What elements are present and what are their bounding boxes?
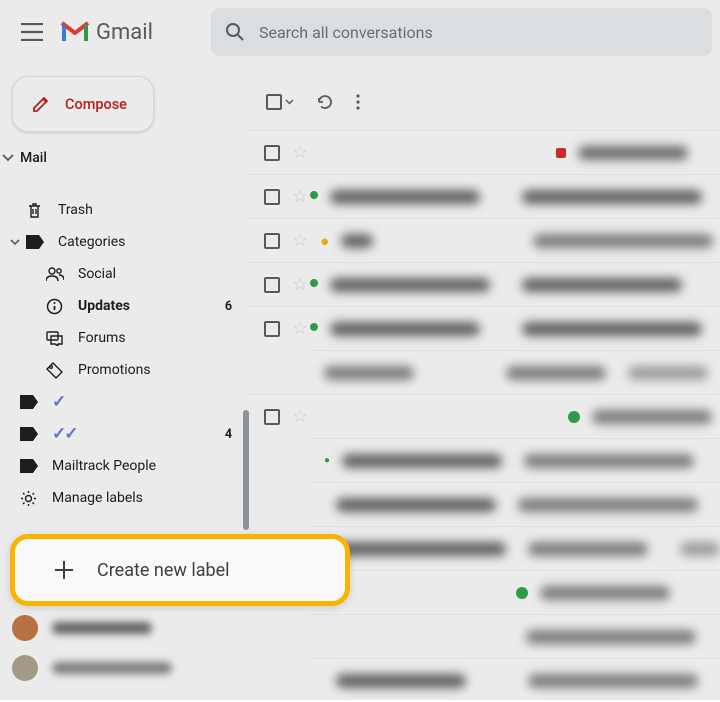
info-icon [46, 298, 63, 315]
sidebar-item-label-doublecheck[interactable]: ✓✓ 4 [0, 418, 248, 450]
mail-row[interactable] [308, 350, 720, 394]
sidebar-item-updates[interactable]: Updates 6 [0, 290, 248, 322]
gmail-logo[interactable]: Gmail [60, 20, 153, 45]
app-name: Gmail [96, 20, 153, 45]
sidebar-item-trash[interactable]: Trash [0, 194, 248, 226]
sidebar-item-mailtrack[interactable]: Mailtrack People [0, 450, 248, 482]
create-label-highlight: Create new label [10, 534, 350, 606]
chat-contacts [12, 615, 172, 681]
sidebar-item-social[interactable]: Social [0, 258, 248, 290]
trash-icon [26, 202, 43, 219]
mail-section-label: Mail [20, 150, 47, 166]
app-header: Gmail [0, 0, 720, 64]
forums-icon [46, 331, 63, 346]
create-new-label-button[interactable]: Create new label [15, 559, 230, 581]
mail-row[interactable] [308, 482, 720, 526]
contact-row[interactable] [12, 615, 172, 641]
mail-row[interactable]: ☆● [248, 218, 720, 262]
mail-row[interactable]: ☆ [248, 262, 720, 306]
mail-list: ☆ ☆ ☆● ☆ ☆ ☆ ● [248, 130, 720, 702]
mail-section-toggle[interactable]: Mail [0, 144, 248, 172]
sidebar-item-manage-labels[interactable]: Manage labels [0, 482, 248, 514]
label-filled-icon [20, 459, 38, 473]
pencil-icon [31, 94, 51, 114]
mail-toolbar [248, 78, 720, 126]
label-filled-icon [26, 235, 44, 249]
refresh-button[interactable] [316, 93, 334, 111]
create-label-text: Create new label [97, 560, 230, 581]
mail-row[interactable]: ☆ [248, 174, 720, 218]
search-input[interactable] [259, 23, 698, 42]
sidebar-item-categories[interactable]: Categories [0, 226, 248, 258]
mail-row[interactable] [308, 570, 720, 614]
sidebar-item-forums[interactable]: Forums [0, 322, 248, 354]
search-icon [225, 22, 245, 42]
refresh-icon [316, 93, 334, 111]
main-menu-button[interactable] [8, 8, 56, 56]
mail-row[interactable] [308, 526, 720, 570]
tag-icon [46, 362, 63, 379]
plus-icon [53, 559, 75, 581]
sidebar-nav: Trash Categories Social Updates 6 Forums [0, 176, 248, 514]
label-filled-icon [20, 395, 38, 409]
mail-row[interactable] [308, 614, 720, 658]
gmail-logo-icon [60, 21, 90, 43]
mail-row[interactable] [308, 658, 720, 702]
chevron-down-icon [2, 154, 14, 162]
compose-label: Compose [65, 96, 127, 113]
label-filled-icon [20, 427, 38, 441]
mail-row[interactable]: ☆ [248, 394, 720, 438]
compose-button[interactable]: Compose [12, 76, 154, 132]
more-vert-icon [356, 94, 360, 110]
mail-row[interactable]: ● [308, 438, 720, 482]
mail-row[interactable]: ☆ [248, 130, 720, 174]
sidebar-item-collapsed[interactable] [0, 176, 248, 194]
scrollbar-thumb[interactable] [243, 410, 249, 530]
search-bar[interactable] [211, 8, 712, 56]
contact-row[interactable] [12, 655, 172, 681]
people-icon [46, 267, 64, 281]
gear-icon [20, 490, 37, 507]
chevron-down-icon [285, 99, 294, 105]
sidebar-item-label-check[interactable]: ✓ [0, 386, 248, 418]
mail-row[interactable]: ☆ [248, 306, 720, 350]
chevron-down-icon [10, 239, 20, 246]
select-all-checkbox[interactable] [266, 94, 294, 110]
more-button[interactable] [356, 94, 360, 110]
hamburger-icon [21, 23, 43, 41]
sidebar-item-promotions[interactable]: Promotions [0, 354, 248, 386]
